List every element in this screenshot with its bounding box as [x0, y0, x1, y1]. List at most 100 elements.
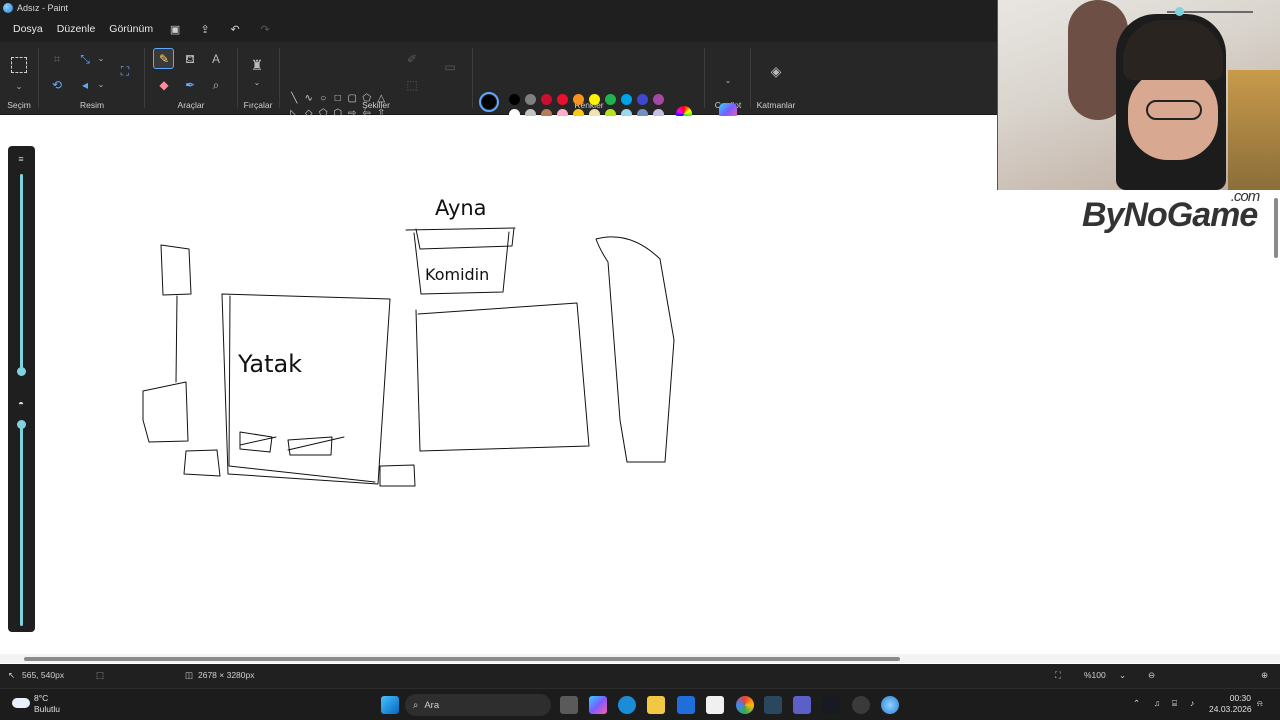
polygon-shape-icon[interactable]: ⬠ [360, 92, 375, 107]
volume-icon[interactable]: ♪ [1190, 698, 1194, 708]
chevron-up-icon[interactable]: ⌃ [1133, 698, 1140, 709]
color-swatch[interactable] [508, 94, 520, 105]
stroke-size-icon: ≡ [18, 154, 24, 164]
vertical-scrollbar[interactable] [1271, 190, 1280, 656]
save-icon[interactable]: ▣ [162, 23, 188, 36]
store-icon[interactable] [706, 696, 724, 714]
copilot-taskbar-icon[interactable] [589, 696, 607, 714]
color-swatch[interactable] [620, 94, 632, 105]
outline-icon[interactable]: ✐ [403, 50, 421, 68]
group-tools: ✎ ⛾ A ◆ ✒ ⌕ Araçlar [146, 42, 236, 115]
canvas-sketch: Ayna Komidin Yatak [142, 196, 675, 487]
chevron-down-icon[interactable]: ⌄ [10, 78, 28, 96]
color-swatch[interactable] [604, 94, 616, 105]
horizontal-scroll-thumb[interactable] [24, 657, 900, 661]
pencil-icon[interactable]: ✎ [155, 50, 173, 68]
oval-shape-icon[interactable]: ○ [316, 92, 331, 107]
rotate-icon[interactable]: ⟲ [48, 76, 66, 94]
chevron-down-icon[interactable]: ⌄ [92, 76, 110, 94]
paint-window: Adsız - Paint Dosya Düzenle Görünüm ▣ ⇪ … [0, 0, 1280, 720]
fill-icon[interactable]: ⬚ [403, 76, 421, 94]
triangle-shape-icon[interactable]: △ [374, 92, 389, 107]
undo-icon[interactable]: ↶ [222, 23, 248, 36]
zoom-in-icon[interactable]: ⊕ [1261, 670, 1268, 681]
opacity-track[interactable] [20, 422, 23, 626]
pillow [287, 436, 345, 456]
weather-desc[interactable]: Bulutlu [34, 704, 60, 714]
stroke-size-thumb[interactable] [17, 367, 26, 376]
notification-bell-icon[interactable]: ⍾ [1257, 698, 1263, 709]
chevron-down-icon[interactable]: ⌄ [248, 74, 266, 92]
steam-icon[interactable] [764, 696, 782, 714]
microphone-icon[interactable]: ♫ [1154, 698, 1160, 708]
dresser-body [413, 231, 510, 295]
line-shape-icon[interactable]: ╲ [287, 92, 302, 107]
menu-view[interactable]: Görünüm [104, 19, 158, 39]
search-box[interactable]: ⌕ Ara [405, 694, 551, 716]
separator [279, 48, 280, 108]
vertical-scroll-thumb[interactable] [1274, 198, 1278, 258]
start-icon[interactable] [381, 696, 399, 714]
group-brushes: ♜ ⌄ Fırçalar [239, 42, 277, 115]
separator [144, 48, 145, 108]
clock-date[interactable]: 24.03.2026 [1209, 704, 1252, 714]
eraser-icon[interactable]: ◆ [155, 76, 173, 94]
layers-icon[interactable]: ◈ [767, 62, 785, 80]
file-explorer-icon[interactable] [647, 696, 665, 714]
edge-icon[interactable] [618, 696, 636, 714]
taskbar: 8°C Bulutlu ⌕ Ara ⌃ ♫ ⌸ ♪ 00:30 24.03.20… [0, 688, 1280, 720]
weather-temp[interactable]: 8°C [34, 693, 48, 703]
zoom-level[interactable]: %100 [1084, 670, 1106, 680]
chevron-down-icon[interactable]: ⌄ [1119, 670, 1126, 681]
color-swatch[interactable] [524, 94, 536, 105]
wardrobe-outline [595, 236, 675, 463]
color-swatch[interactable] [540, 94, 552, 105]
color-swatch[interactable] [588, 94, 600, 105]
redo-icon[interactable]: ↷ [252, 23, 278, 36]
zoom-slider-thumb[interactable] [1175, 7, 1184, 16]
color-swatch[interactable] [572, 94, 584, 105]
magnifier-icon[interactable]: ⌕ [207, 76, 225, 94]
rounded-rectangle-shape-icon[interactable]: ▢ [345, 92, 360, 107]
network-icon[interactable]: ⌸ [1172, 698, 1177, 709]
task-view-icon[interactable] [560, 696, 578, 714]
image-background-icon[interactable]: ⛶ [116, 62, 134, 80]
opacity-thumb[interactable] [17, 420, 26, 429]
menu-file[interactable]: Dosya [8, 19, 48, 39]
share-icon[interactable]: ⇪ [192, 23, 218, 36]
layers-label: Katmanlar [756, 100, 796, 110]
paint-taskbar-icon[interactable] [881, 696, 899, 714]
obs-icon[interactable] [852, 696, 870, 714]
menu-edit[interactable]: Düzenle [52, 19, 101, 39]
brush-icon[interactable]: ♜ [248, 56, 266, 74]
primary-color-swatch[interactable] [479, 92, 499, 112]
separator [750, 48, 751, 108]
color-swatch[interactable] [636, 94, 648, 105]
shape-gallery-icon[interactable]: ▭ [441, 58, 459, 76]
chrome-icon[interactable] [736, 696, 754, 714]
select-rectangle-icon[interactable] [11, 57, 27, 73]
zoom-out-icon[interactable]: ⊖ [1148, 670, 1155, 681]
color-swatch[interactable] [556, 94, 568, 105]
color-picker-icon[interactable]: ✒ [181, 76, 199, 94]
canvas-size-icon: ◫ [185, 670, 194, 680]
status-bar: ↖ 565, 540px ⬚ ◫ 2678 × 3280px ⛶ %100 ⌄ … [0, 664, 1280, 688]
horizontal-scrollbar[interactable] [0, 654, 1280, 663]
chevron-down-icon[interactable]: ⌄ [92, 50, 110, 68]
chevron-down-icon[interactable]: ⌄ [719, 72, 737, 90]
clock-time[interactable]: 00:30 [1213, 693, 1251, 703]
color-swatch[interactable] [652, 94, 664, 105]
teams-icon[interactable] [793, 696, 811, 714]
search-icon: ⌕ [413, 699, 419, 711]
rectangle-shape-icon[interactable]: □ [331, 92, 346, 107]
separator [237, 48, 238, 108]
steam-icon[interactable] [822, 696, 840, 714]
fit-to-window-icon[interactable]: ⛶ [1055, 670, 1061, 681]
stroke-size-track[interactable] [20, 174, 23, 372]
fill-bucket-icon[interactable]: ⛾ [181, 50, 199, 68]
background-object [1228, 70, 1280, 190]
crop-icon[interactable]: ⌗ [48, 50, 66, 68]
curve-shape-icon[interactable]: ∿ [302, 92, 317, 107]
mail-icon[interactable] [677, 696, 695, 714]
text-tool-icon[interactable]: A [207, 50, 225, 68]
